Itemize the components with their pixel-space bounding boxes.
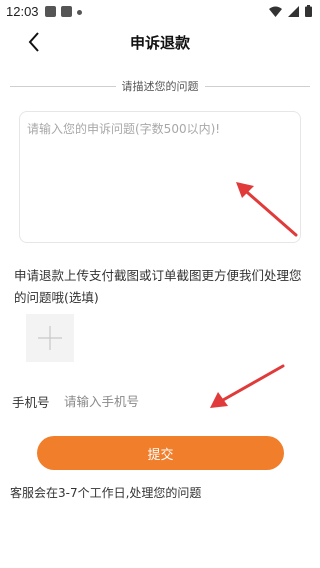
submit-button[interactable]: 提交 <box>37 436 284 470</box>
upload-image-button[interactable] <box>26 314 74 362</box>
service-note: 客服会在3-7个工作日,处理您的问题 <box>10 486 202 500</box>
upload-hint: 申请退款上传支付截图或订单截图更方便我们处理您的问题哦(选填) <box>14 268 302 305</box>
wifi-icon <box>269 6 282 17</box>
signal-icon <box>288 5 299 17</box>
divider-line-right <box>204 85 310 87</box>
dot-icon <box>76 9 82 15</box>
page-title: 申诉退款 <box>129 34 190 52</box>
status-time: 12:03 <box>6 3 39 19</box>
notification-icon <box>60 5 72 17</box>
status-bar: 12:03 <box>0 0 320 22</box>
section-divider: 请描述您的问题 <box>10 78 310 94</box>
app-header: 申诉退款 <box>0 22 320 62</box>
divider-line-left <box>10 85 116 87</box>
annotation-arrow-icon <box>236 182 298 237</box>
battery-icon <box>305 5 312 17</box>
annotation-arrow-icon <box>210 364 285 408</box>
status-right-icons <box>269 5 312 17</box>
plus-icon <box>38 326 62 350</box>
gallery-icon <box>44 5 56 17</box>
section-title: 请描述您的问题 <box>121 80 199 93</box>
phone-label: 手机号 <box>12 394 50 410</box>
